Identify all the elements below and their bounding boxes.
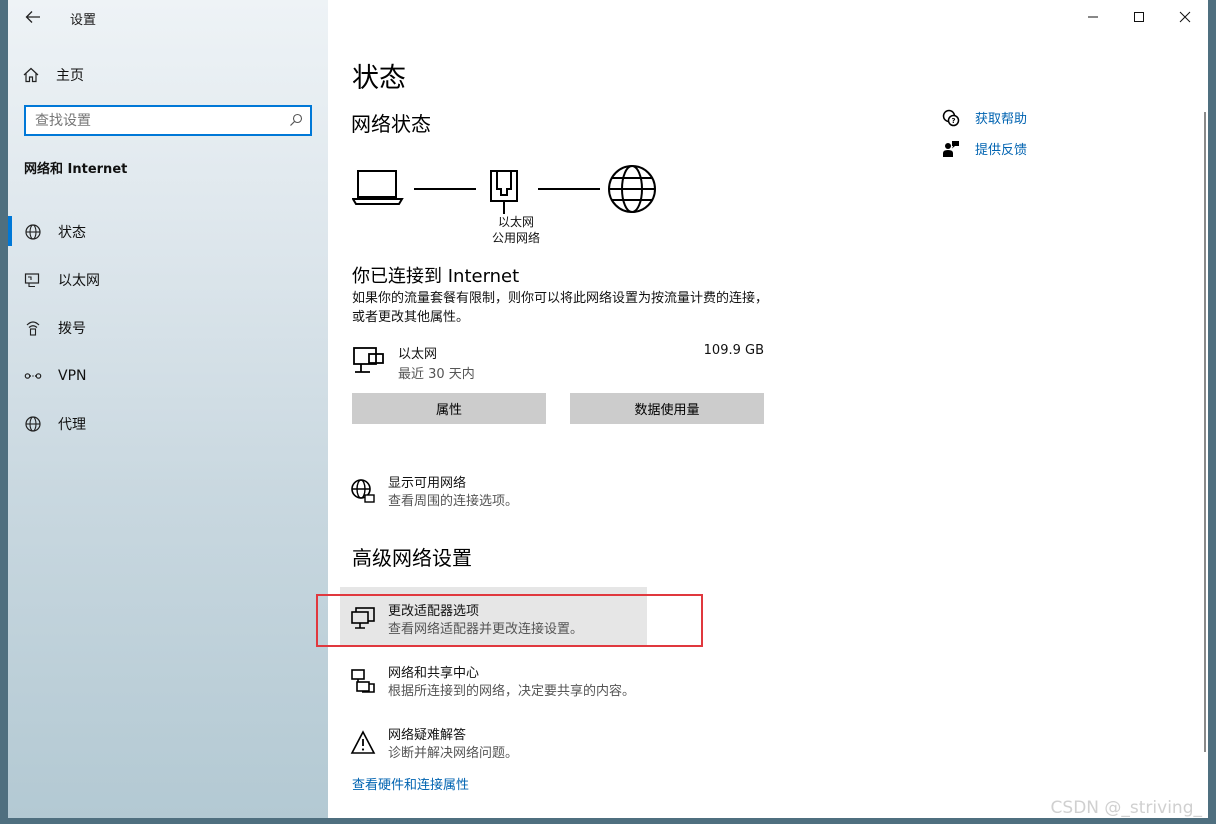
- search-input[interactable]: [26, 107, 276, 134]
- sidebar-item-home[interactable]: 主页: [22, 62, 84, 88]
- feedback-label: 提供反馈: [975, 143, 1028, 158]
- link-subtitle: 诊断并解决网络问题。: [388, 746, 519, 761]
- laptop-icon: [352, 170, 404, 205]
- sharing-center-link[interactable]: 网络和共享中心 根据所连接到的网络，决定要共享的内容。: [350, 662, 750, 706]
- hardware-properties-link[interactable]: 查看硬件和连接属性: [352, 774, 469, 793]
- maximize-icon: [1134, 12, 1144, 22]
- settings-window: 设置 主页 网络和 Internet 状态: [8, 0, 1208, 818]
- sharing-center-icon: [351, 669, 375, 693]
- back-button[interactable]: [20, 6, 46, 28]
- properties-button[interactable]: 属性: [352, 393, 546, 424]
- data-usage-value: 109.9 GB: [703, 343, 764, 358]
- connection-period: 最近 30 天内: [398, 367, 475, 382]
- globe-icon: [608, 165, 656, 213]
- network-diagram: 以太网 公用网络: [348, 160, 658, 250]
- ethernet-icon: [24, 273, 40, 288]
- search-icon[interactable]: [289, 113, 303, 127]
- title-bar: 设置: [8, 0, 328, 34]
- advanced-settings-heading: 高级网络设置: [352, 546, 472, 570]
- close-button[interactable]: [1162, 0, 1208, 34]
- show-networks-link[interactable]: 显示可用网络 查看周围的连接选项。: [350, 472, 750, 516]
- sidebar-item-label: 拨号: [58, 321, 86, 337]
- globe-icon: [25, 416, 41, 432]
- minimize-icon: [1088, 16, 1098, 18]
- connection-name: 以太网: [398, 347, 438, 362]
- sidebar-item-label: VPN: [58, 368, 87, 384]
- vpn-icon: [24, 373, 42, 379]
- maximize-button[interactable]: [1116, 0, 1162, 34]
- back-arrow-icon: [25, 11, 40, 23]
- highlight-annotation: [316, 594, 703, 647]
- connection-line: [414, 188, 476, 190]
- watermark: CSDN @_striving_: [1050, 798, 1202, 818]
- connected-title: 你已连接到 Internet: [352, 266, 520, 287]
- data-usage-button[interactable]: 数据使用量: [570, 393, 764, 424]
- connection-row: 以太网 最近 30 天内 109.9 GB: [352, 342, 764, 382]
- adapter-name: 以太网: [497, 215, 534, 229]
- close-icon: [1179, 11, 1191, 23]
- link-title: 显示可用网络: [388, 476, 467, 491]
- sidebar-item-ethernet[interactable]: 以太网: [8, 256, 328, 304]
- ethernet-port-icon: [490, 170, 518, 214]
- link-subtitle: 查看周围的连接选项。: [388, 494, 519, 509]
- troubleshoot-link[interactable]: 网络疑难解答 诊断并解决网络问题。: [350, 724, 750, 768]
- app-title: 设置: [70, 13, 97, 28]
- feedback-link[interactable]: 提供反馈: [942, 133, 1027, 164]
- home-label: 主页: [56, 68, 84, 84]
- sidebar-item-label: 以太网: [58, 273, 100, 289]
- warning-icon: [350, 730, 376, 754]
- connection-line: [538, 188, 600, 190]
- network-status-heading: 网络状态: [351, 112, 431, 136]
- section-title: 网络和 Internet: [24, 162, 128, 177]
- ethernet-icon: [353, 347, 384, 373]
- sidebar-item-label: 代理: [58, 417, 86, 433]
- help-chat-icon: ?: [942, 109, 960, 126]
- home-icon: [23, 67, 39, 83]
- sidebar: 设置 主页 网络和 Internet 状态: [8, 0, 328, 818]
- feedback-icon: [943, 140, 959, 157]
- globe-network-icon: [351, 479, 375, 503]
- main-content: 状态 网络状态 以太网 公用网络 你已连接到 Internet 如果你的流量套餐…: [316, 0, 1208, 818]
- sidebar-nav: 状态 以太网 拨号 VPN 代理: [8, 208, 328, 448]
- window-controls: [1070, 0, 1208, 34]
- link-title: 网络和共享中心: [388, 666, 480, 681]
- sidebar-item-vpn[interactable]: VPN: [8, 352, 328, 400]
- globe-icon: [25, 224, 41, 240]
- minimize-button[interactable]: [1070, 0, 1116, 34]
- connected-description: 如果你的流量套餐有限制，则你可以将此网络设置为按流量计费的连接，或者更改其他属性…: [352, 291, 769, 325]
- scrollbar[interactable]: [1204, 112, 1206, 752]
- sidebar-item-label: 状态: [58, 225, 86, 241]
- get-help-link[interactable]: ? 获取帮助: [942, 102, 1027, 133]
- adapter-caption: 以太网 公用网络: [486, 214, 546, 246]
- svg-text:?: ?: [951, 117, 955, 125]
- link-title: 网络疑难解答: [388, 728, 467, 743]
- page-title: 状态: [352, 63, 406, 94]
- dialup-icon: [26, 321, 40, 336]
- link-subtitle: 根据所连接到的网络，决定要共享的内容。: [388, 684, 636, 699]
- search-box[interactable]: [24, 105, 312, 136]
- sidebar-item-status[interactable]: 状态: [8, 208, 328, 256]
- network-type: 公用网络: [491, 231, 540, 245]
- sidebar-item-dialup[interactable]: 拨号: [8, 304, 328, 352]
- sidebar-item-proxy[interactable]: 代理: [8, 400, 328, 448]
- get-help-label: 获取帮助: [975, 112, 1028, 127]
- help-links: ? 获取帮助 提供反馈: [942, 102, 1027, 164]
